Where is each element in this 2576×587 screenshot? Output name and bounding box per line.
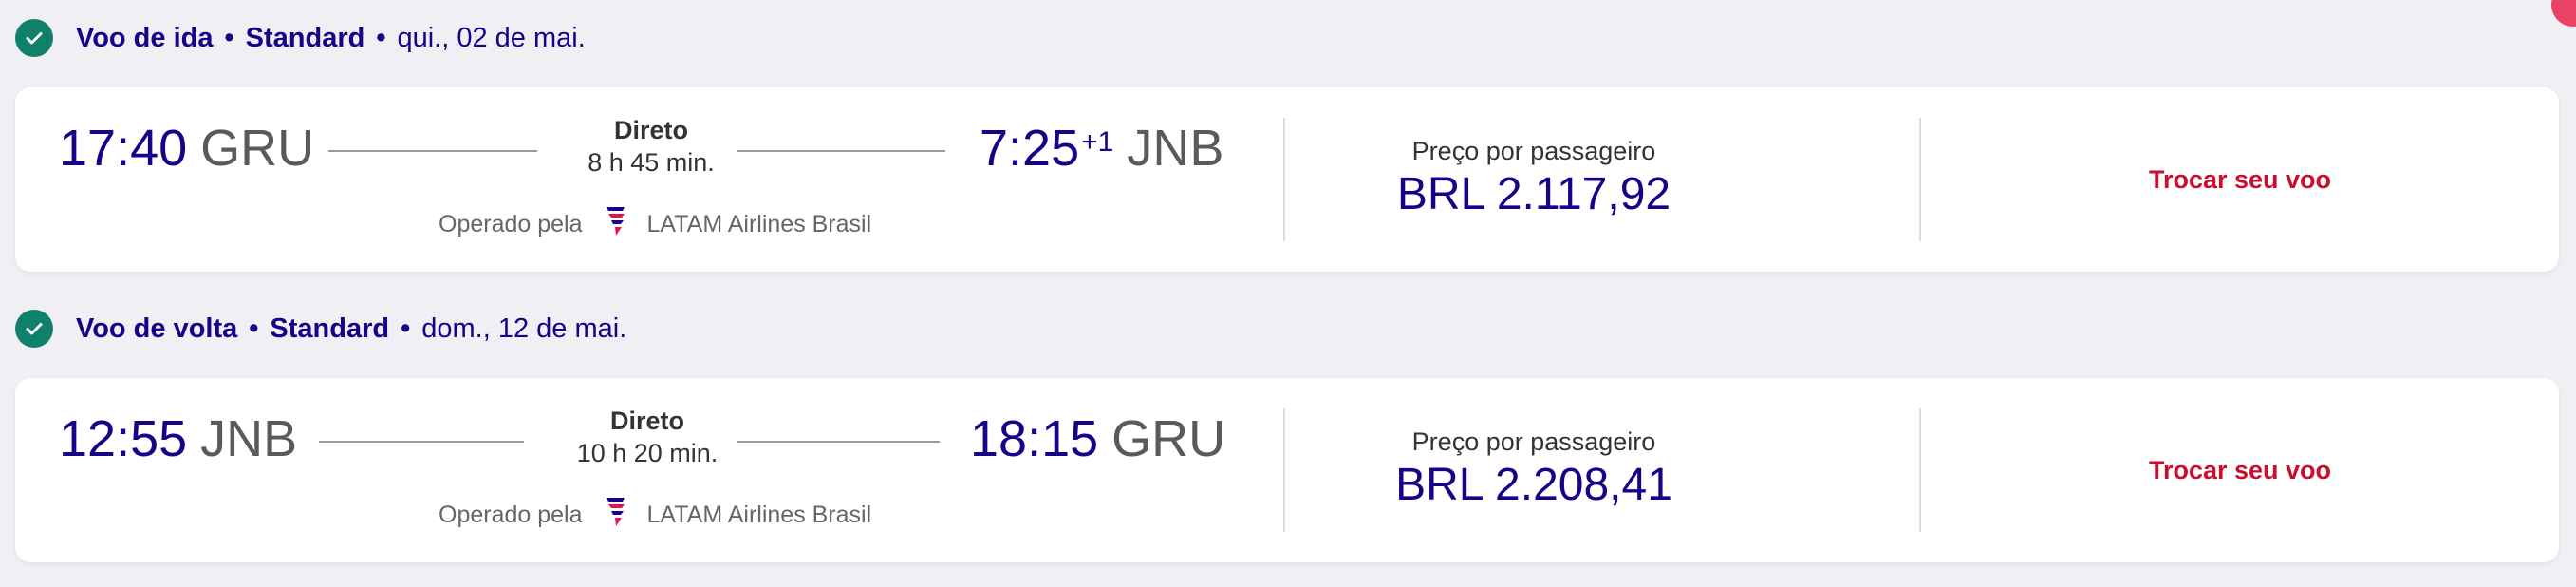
route-type: Direto (609, 407, 684, 435)
operated-label: Operado pela (439, 502, 583, 528)
arrival-time: 7:25 (980, 120, 1080, 177)
price-block: Preço por passageiro BRL 2.117,92 (1325, 135, 1743, 222)
return-fare: Standard (270, 312, 390, 344)
airline-name: LATAM Airlines Brasil (646, 211, 872, 237)
price-value: BRL 2.208,41 (1395, 460, 1672, 510)
departure-time: 17:40 (59, 120, 188, 177)
latam-logo-icon (604, 205, 626, 244)
route-line-right (737, 441, 940, 443)
check-circle-icon (15, 19, 53, 57)
arrival-day-offset: +1 (1081, 126, 1114, 158)
check-circle-icon (15, 310, 53, 348)
flight-duration: 8 h 45 min. (588, 148, 715, 177)
separator-dot: • (401, 312, 411, 344)
outbound-header: Voo de ida • Standard • qui., 02 de mai. (15, 15, 586, 61)
departure-airport-code: GRU (200, 120, 315, 177)
price-label: Preço por passageiro (1411, 427, 1656, 456)
outbound-flight-card: 17:40 GRU Direto 8 h 45 min. 7:25+1 JNB Op… (15, 87, 2559, 272)
outbound-date: qui., 02 de mai. (397, 22, 586, 53)
operated-by: Operado pela LATAM Airlines Brasil (439, 205, 871, 244)
return-direction: Voo de volta (76, 312, 238, 344)
divider (1919, 408, 1921, 532)
separator-dot: • (249, 312, 259, 344)
divider (1283, 118, 1285, 241)
return-departure: 12:55 JNB (59, 410, 297, 467)
price-label: Preço por passageiro (1411, 137, 1656, 165)
latam-logo-icon (604, 496, 626, 535)
route-line-left (319, 441, 524, 443)
price-value: BRL 2.117,92 (1396, 169, 1671, 219)
return-header: Voo de volta • Standard • dom., 12 de ma… (15, 306, 626, 351)
flight-duration: 10 h 20 min. (576, 439, 719, 467)
outbound-arrival: 7:25+1 JNB (980, 120, 1223, 177)
arrival-airport-code: JNB (1127, 120, 1224, 177)
return-date: dom., 12 de mai. (421, 312, 627, 344)
route-info: Direto 10 h 20 min. (533, 405, 761, 469)
operated-by: Operado pela LATAM Airlines Brasil (439, 496, 871, 535)
change-flight-link[interactable]: Trocar seu voo (2098, 165, 2382, 195)
route-info: Direto 8 h 45 min. (537, 114, 765, 179)
return-arrival: 18:15 GRU (970, 410, 1225, 467)
route-type: Direto (613, 116, 688, 144)
divider (1283, 408, 1285, 532)
airline-name: LATAM Airlines Brasil (646, 502, 872, 528)
corner-notification-dot (2551, 0, 2576, 27)
arrival-time: 18:15 (970, 410, 1099, 467)
separator-dot: • (376, 22, 386, 53)
operated-label: Operado pela (439, 211, 583, 237)
outbound-departure: 17:40 GRU (59, 120, 314, 177)
departure-time: 12:55 (59, 410, 188, 467)
arrival-airport-code: GRU (1111, 410, 1226, 467)
separator-dot: • (224, 22, 234, 53)
departure-airport-code: JNB (200, 410, 298, 467)
route-line-left (328, 150, 537, 152)
outbound-fare: Standard (245, 22, 365, 53)
return-flight-card: 12:55 JNB Direto 10 h 20 min. 18:15 GRU Op… (15, 378, 2559, 562)
price-block: Preço por passageiro BRL 2.208,41 (1325, 426, 1743, 513)
divider (1919, 118, 1921, 241)
change-flight-link[interactable]: Trocar seu voo (2098, 456, 2382, 485)
outbound-direction: Voo de ida (76, 22, 214, 53)
route-line-right (737, 150, 945, 152)
